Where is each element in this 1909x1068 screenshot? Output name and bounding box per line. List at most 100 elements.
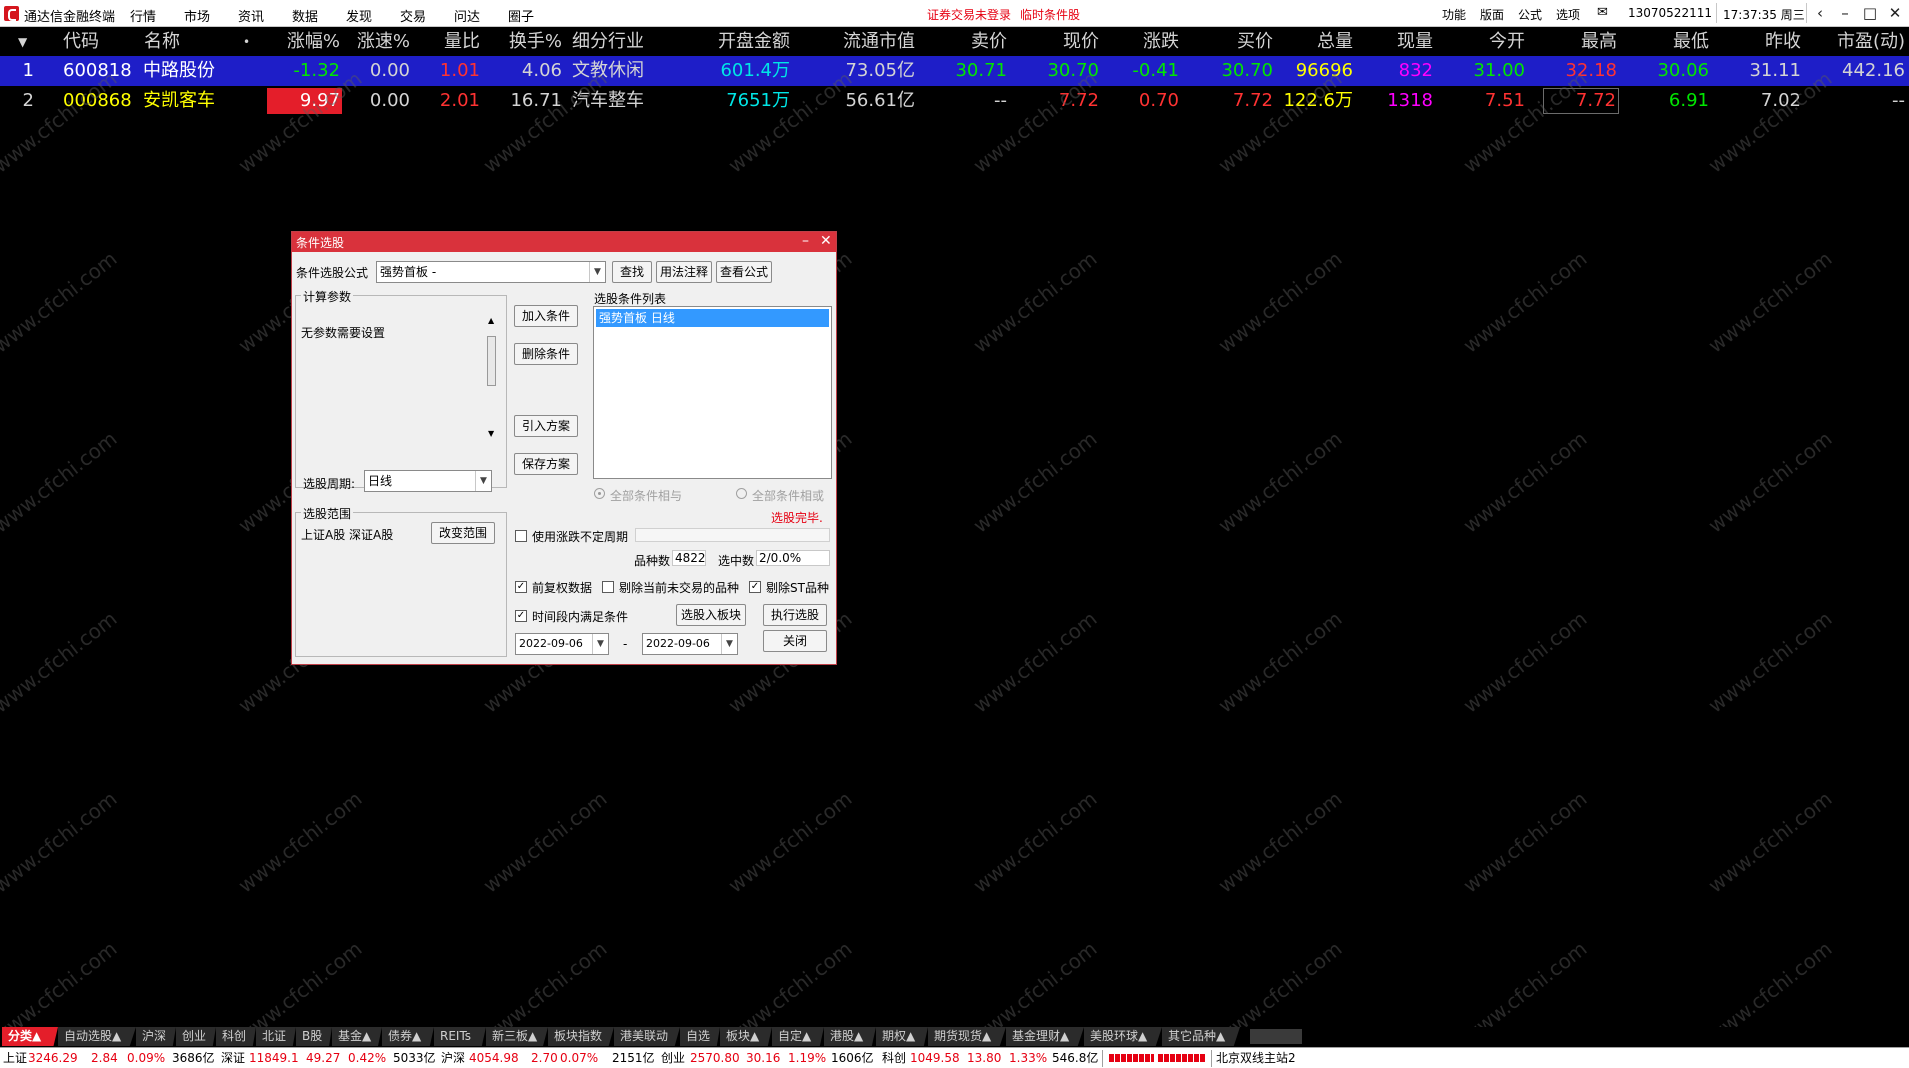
find-button[interactable]: 查找 [612,261,652,283]
header-prev-close[interactable]: 昨收 [1709,28,1801,56]
header-low[interactable]: 最低 [1617,28,1709,56]
condition-list[interactable]: 强势首板 日线 [593,306,832,479]
formula-select[interactable]: 强势首板 - ▼ [376,261,606,283]
menu-jiaoyi[interactable]: 交易 [400,6,426,25]
header-price[interactable]: 现价 [1007,28,1099,56]
close-icon[interactable]: ✕ [820,233,832,249]
tab-kechuang[interactable]: 科创 [216,1027,256,1046]
menu-banmian[interactable]: 版面 [1480,6,1504,23]
header-name[interactable]: 名称 [144,28,180,56]
tab-custom[interactable]: 自定▲ [772,1027,824,1046]
tab-chuangye[interactable]: 创业 [176,1027,216,1046]
view-formula-button[interactable]: 查看公式 [716,261,772,283]
menu-xuanxiang[interactable]: 选项 [1556,6,1580,23]
fq-checkbox[interactable]: ✓ [515,581,527,593]
change-scope-button[interactable]: 改变范围 [431,522,495,544]
header-speed[interactable]: 涨速% [340,28,410,56]
close-icon[interactable]: ✕ [1885,3,1905,23]
table-row[interactable]: 1 600818 中路股份 -1.32 0.00 1.01 4.06 文教休闲 … [0,56,1909,86]
trade-login-notice[interactable]: 证券交易未登录 [927,6,1011,23]
header-float-cap[interactable]: 流通市值 [800,28,915,56]
header-high[interactable]: 最高 [1525,28,1617,56]
tab-block-index[interactable]: 板块指数 [548,1027,614,1046]
tab-bond[interactable]: 债券▲ [382,1027,434,1046]
table-row[interactable]: 2 000868 安凯客车 9.97 0.00 2.01 16.71 汽车整车 … [0,86,1909,116]
server-name[interactable]: 北京双线主站2 [1216,1048,1296,1068]
scroll-thumb[interactable] [487,336,496,386]
header-open-amt[interactable]: 开盘金额 [680,28,790,56]
temp-condition-notice[interactable]: 临时条件股 [1020,6,1080,23]
radio-and[interactable] [594,488,605,499]
mail-icon[interactable]: ✉ [1597,5,1608,20]
tab-neeq[interactable]: 新三板▲ [486,1027,548,1046]
header-code[interactable]: 代码 [63,28,99,56]
tab-block[interactable]: 板块▲ [720,1027,772,1046]
menu-quanzi[interactable]: 圈子 [508,6,534,25]
exclude-untraded-checkbox[interactable] [602,581,614,593]
tab-hk[interactable]: 港股▲ [824,1027,876,1046]
tab-options[interactable]: 期权▲ [876,1027,928,1046]
dialog-titlebar[interactable]: 条件选股 – ✕ [292,232,836,252]
chevron-down-icon[interactable]: ▼ [589,262,605,282]
back-icon[interactable]: ‹ [1810,3,1830,23]
scroll-down-icon[interactable]: ▼ [488,429,494,438]
header-bid[interactable]: 买价 [1179,28,1273,56]
menu-shuju[interactable]: 数据 [292,6,318,25]
scroll-up-icon[interactable]: ▲ [488,316,494,325]
close-button[interactable]: 关闭 [763,630,827,652]
header-open[interactable]: 今开 [1433,28,1525,56]
tab-fund-finance[interactable]: 基金理财▲ [1006,1027,1084,1046]
period-field[interactable] [635,528,830,542]
use-period-checkbox[interactable] [515,530,527,542]
menu-wenda[interactable]: 问达 [454,6,480,25]
add-to-block-button[interactable]: 选股入板块 [676,604,746,626]
menu-shichang[interactable]: 市场 [184,6,210,25]
tab-watchlist[interactable]: 自选 [680,1027,720,1046]
list-item[interactable]: 强势首板 日线 [596,309,829,327]
chevron-down-icon[interactable]: ▼ [721,634,737,654]
minimize-icon[interactable]: – [802,233,809,249]
date-to-picker[interactable]: 2022-09-06 ▼ [642,633,738,655]
menu-gongshi[interactable]: 公式 [1518,6,1542,23]
tab-b-share[interactable]: B股 [296,1027,332,1046]
save-scheme-button[interactable]: 保存方案 [514,453,578,475]
tab-auto-pick[interactable]: 自动选股▲ [58,1027,136,1046]
period-select[interactable]: 日线 ▼ [364,470,492,492]
minimize-icon[interactable]: – [1835,3,1855,23]
sh-label[interactable]: 上证 [3,1048,27,1068]
menu-gongneng[interactable]: 功能 [1442,6,1466,23]
params-scrollbar[interactable]: ▲ ▼ [485,316,499,441]
sz-label[interactable]: 深证 [221,1048,245,1068]
header-chg[interactable]: 涨跌 [1099,28,1179,56]
menu-zixun[interactable]: 资讯 [238,6,264,25]
date-from-picker[interactable]: 2022-09-06 ▼ [515,633,609,655]
tab-hk-us-link[interactable]: 港美联动 [614,1027,680,1046]
tab-other[interactable]: 其它品种▲ [1162,1027,1240,1046]
chevron-down-icon[interactable]: ▼ [475,471,491,491]
header-total-vol[interactable]: 总量 [1273,28,1353,56]
header-dot[interactable]: • [243,28,250,56]
tab-reits[interactable]: REITs [434,1027,486,1046]
tab-futures[interactable]: 期货现货▲ [928,1027,1006,1046]
execute-button[interactable]: 执行选股 [763,604,827,626]
hs-label[interactable]: 沪深 [441,1048,465,1068]
header-turnover[interactable]: 换手% [480,28,562,56]
tab-us-global[interactable]: 美股环球▲ [1084,1027,1162,1046]
header-pe[interactable]: 市盈(动) [1801,28,1905,56]
delete-condition-button[interactable]: 删除条件 [514,343,578,365]
tab-hushen[interactable]: 沪深 [136,1027,176,1046]
header-cur-vol[interactable]: 现量 [1353,28,1433,56]
sort-arrow-icon[interactable]: ▼ [18,28,27,56]
kc-label[interactable]: 科创 [882,1048,906,1068]
header-ask[interactable]: 卖价 [915,28,1007,56]
header-industry[interactable]: 细分行业 [572,28,644,56]
maximize-icon[interactable]: □ [1860,3,1880,23]
header-chg-pct[interactable]: 涨幅% [270,28,340,56]
menu-hangqing[interactable]: 行情 [130,6,156,25]
time-range-checkbox[interactable]: ✓ [515,610,527,622]
import-scheme-button[interactable]: 引入方案 [514,415,578,437]
header-vol-ratio[interactable]: 量比 [410,28,480,56]
exclude-st-checkbox[interactable]: ✓ [749,581,761,593]
cy-label[interactable]: 创业 [661,1048,685,1068]
usage-button[interactable]: 用法注释 [656,261,712,283]
